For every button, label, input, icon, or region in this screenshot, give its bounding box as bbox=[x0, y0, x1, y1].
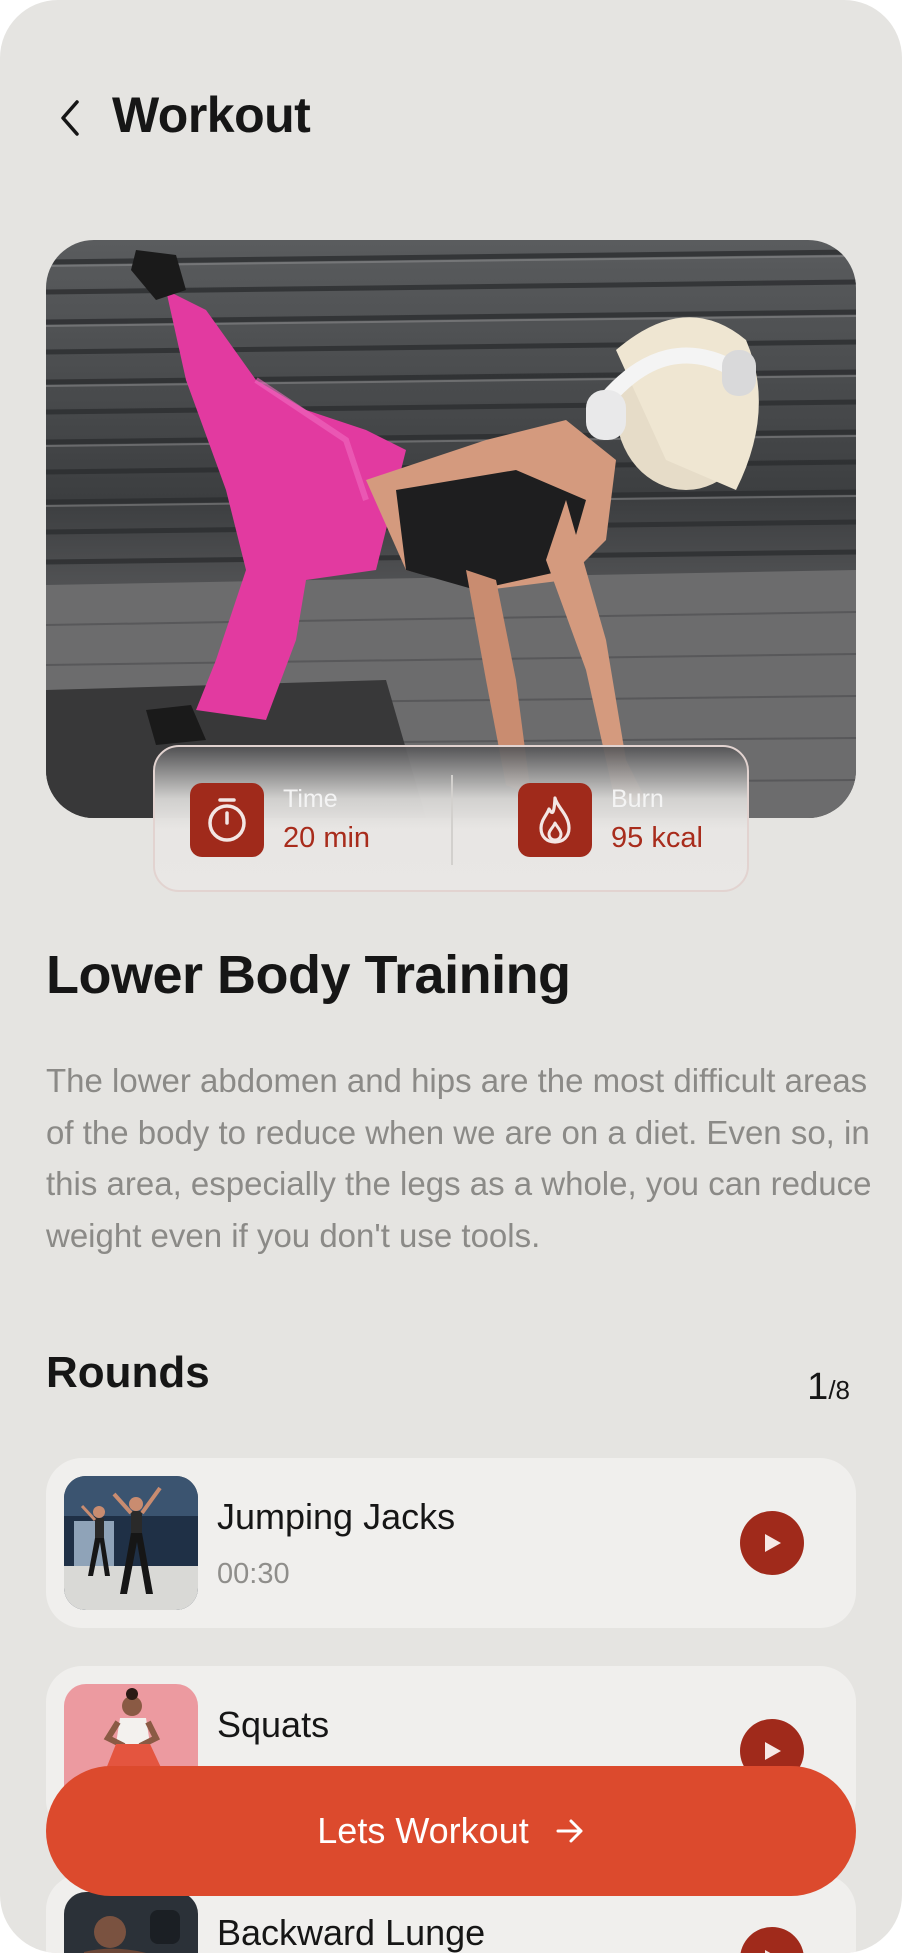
woman-exercising-photo bbox=[46, 249, 856, 818]
workout-stats-card: Time 20 min Burn 95 kcal bbox=[153, 745, 749, 892]
exercise-name: Jumping Jacks bbox=[217, 1496, 456, 1537]
exercise-card[interactable]: Jumping Jacks 00:30 bbox=[46, 1458, 856, 1628]
exercise-duration: 00:30 bbox=[217, 1558, 290, 1590]
play-icon bbox=[765, 1534, 781, 1552]
rounds-counter: 1/8 bbox=[807, 1366, 850, 1409]
workout-hero-image bbox=[46, 240, 856, 818]
exercise-thumbnail bbox=[64, 1892, 198, 1953]
exercise-name: Squats bbox=[217, 1704, 330, 1745]
lets-workout-label: Lets Workout bbox=[317, 1810, 529, 1851]
arrow-right-icon bbox=[555, 1818, 585, 1844]
flame-icon bbox=[518, 783, 592, 857]
stats-divider bbox=[451, 775, 453, 865]
lets-workout-button[interactable]: Lets Workout bbox=[46, 1766, 856, 1896]
workout-description: The lower abdomen and hips are the most … bbox=[46, 1062, 872, 1254]
rounds-current: 1 bbox=[807, 1366, 829, 1408]
stat-time: Time 20 min bbox=[190, 783, 370, 857]
stat-burn-label: Burn bbox=[611, 785, 664, 813]
workout-title: Lower Body Training bbox=[46, 945, 571, 1005]
rounds-heading: Rounds bbox=[46, 1348, 210, 1397]
stat-burn: Burn 95 kcal bbox=[518, 783, 703, 857]
play-button[interactable] bbox=[740, 1927, 804, 1953]
workout-screen: Workout Time 20 min Burn 95 kcal Lower B… bbox=[0, 0, 902, 1953]
chevron-left-icon bbox=[61, 100, 79, 136]
page-title: Workout bbox=[112, 87, 311, 143]
stopwatch-icon bbox=[190, 783, 264, 857]
exercise-name: Backward Lunge bbox=[217, 1912, 486, 1953]
stat-time-label: Time bbox=[283, 785, 338, 813]
stat-time-value: 20 min bbox=[283, 822, 371, 854]
rounds-total: /8 bbox=[828, 1375, 850, 1405]
stat-burn-value: 95 kcal bbox=[611, 822, 703, 854]
exercise-thumbnail bbox=[64, 1476, 198, 1610]
play-icon bbox=[765, 1742, 781, 1760]
back-button[interactable] bbox=[52, 96, 88, 140]
play-icon bbox=[765, 1950, 771, 1953]
play-button[interactable] bbox=[740, 1511, 804, 1575]
